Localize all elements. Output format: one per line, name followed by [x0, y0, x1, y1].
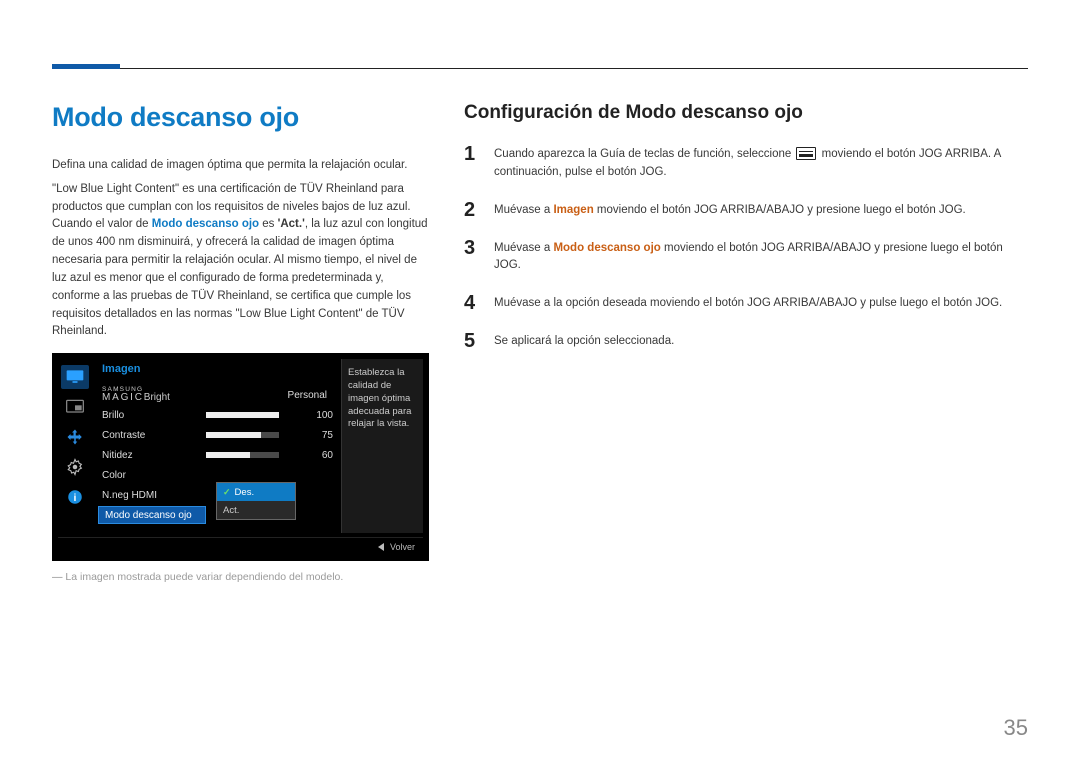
osd-slider-row: Contraste 75: [100, 425, 335, 445]
page-columns: Modo descanso ojo Defina una calidad de …: [52, 102, 1028, 583]
osd-main: Imagen SAMSUNGMAGICBright Personal Brill…: [98, 359, 335, 533]
osd-screenshot: i Imagen SAMSUNGMAGICBright Personal Bri…: [52, 353, 429, 561]
check-icon: ✓: [223, 487, 231, 498]
osd-row-label: N.neg HDMI: [102, 490, 206, 501]
desc-text-b: es: [259, 218, 278, 230]
image-caption: La imagen mostrada puede variar dependie…: [52, 571, 432, 583]
osd-selected-label: Modo descanso ojo: [98, 506, 206, 524]
page-title: Modo descanso ojo: [52, 102, 432, 133]
pip-icon: [61, 395, 89, 419]
monitor-icon: [61, 365, 89, 389]
step-text: Muévase a Modo descanso ojo moviendo el …: [494, 238, 1028, 276]
step-text: Se aplicará la opción seleccionada.: [494, 331, 674, 351]
step-item: 2 Muévase a Imagen moviendo el botón JOG …: [464, 200, 1028, 220]
gear-icon: [61, 455, 89, 479]
osd-popup-option: Act.: [217, 501, 295, 519]
osd-slider-row: Brillo 100: [100, 405, 335, 425]
desc-feature: Modo descanso ojo: [152, 218, 259, 230]
slider-track: [206, 452, 279, 458]
osd-popup-option: ✓ Des.: [217, 483, 295, 501]
page-number: 35: [1004, 715, 1028, 741]
osd-row-magic: SAMSUNGMAGICBright Personal: [100, 385, 335, 405]
step-text: Cuando aparezca la Guía de teclas de fun…: [494, 144, 1028, 182]
osd-popup-option-label: Des.: [235, 487, 255, 498]
step-number: 2: [464, 200, 480, 220]
step-number: 1: [464, 144, 480, 182]
step-number: 3: [464, 238, 480, 276]
svg-text:i: i: [74, 492, 77, 504]
desc-text-c: , la luz azul con longitud de unos 400 n…: [52, 218, 428, 337]
description-paragraph: "Low Blue Light Content" es una certific…: [52, 181, 432, 341]
intro-paragraph: Defina una calidad de imagen óptima que …: [52, 157, 432, 175]
step-item: 4 Muévase a la opción deseada moviendo el…: [464, 293, 1028, 313]
osd-help-panel: Establezca la calidad de imagen óptima a…: [341, 359, 423, 533]
back-arrow-icon: [378, 543, 384, 551]
step-item: 1 Cuando aparezca la Guía de teclas de fu…: [464, 144, 1028, 182]
osd-title: Imagen: [102, 363, 335, 375]
slider-fill: [206, 452, 250, 458]
osd-row-label: Contraste: [102, 430, 206, 441]
magic-bright-label: SAMSUNGMAGICBright: [102, 387, 206, 403]
step-highlight: Modo descanso ojo: [553, 242, 660, 254]
section-heading: Configuración de Modo descanso ojo: [464, 102, 1028, 124]
osd-row-label: Color: [102, 470, 206, 481]
step-text: Muévase a la opción deseada moviendo el …: [494, 293, 1002, 313]
osd-popup-option-label: Act.: [223, 505, 239, 516]
steps-list: 1 Cuando aparezca la Guía de teclas de fu…: [464, 144, 1028, 351]
step-item: 5 Se aplicará la opción seleccionada.: [464, 331, 1028, 351]
slider-track: [206, 412, 279, 418]
step-text: Muévase a Imagen moviendo el botón JOG A…: [494, 200, 966, 220]
step-number: 5: [464, 331, 480, 351]
osd-slider-row: Nitidez 60: [100, 445, 335, 465]
slider-fill: [206, 412, 279, 418]
menu-icon: [796, 147, 816, 160]
header-rule: [52, 68, 1028, 69]
osd-back-label: Volver: [390, 542, 415, 552]
osd-footer: Volver: [58, 537, 423, 555]
osd-row-label: Brillo: [102, 410, 206, 421]
slider-track: [206, 432, 279, 438]
desc-value: 'Act.': [278, 218, 305, 230]
magic-bright-value: Personal: [206, 390, 333, 401]
step-highlight: Imagen: [553, 204, 593, 216]
osd-row-value: 75: [289, 430, 333, 441]
step-number: 4: [464, 293, 480, 313]
osd-row-label: Nitidez: [102, 450, 206, 461]
osd-popup: ✓ Des. Act.: [216, 482, 296, 520]
left-column: Modo descanso ojo Defina una calidad de …: [52, 102, 432, 583]
step-item: 3 Muévase a Modo descanso ojo moviendo el…: [464, 238, 1028, 276]
osd-sidebar: i: [58, 359, 92, 533]
right-column: Configuración de Modo descanso ojo 1 Cuan…: [464, 102, 1028, 583]
osd-row-value: 100: [289, 410, 333, 421]
info-icon: i: [61, 485, 89, 509]
osd-row-value: 60: [289, 450, 333, 461]
slider-fill: [206, 432, 261, 438]
move-icon: [61, 425, 89, 449]
